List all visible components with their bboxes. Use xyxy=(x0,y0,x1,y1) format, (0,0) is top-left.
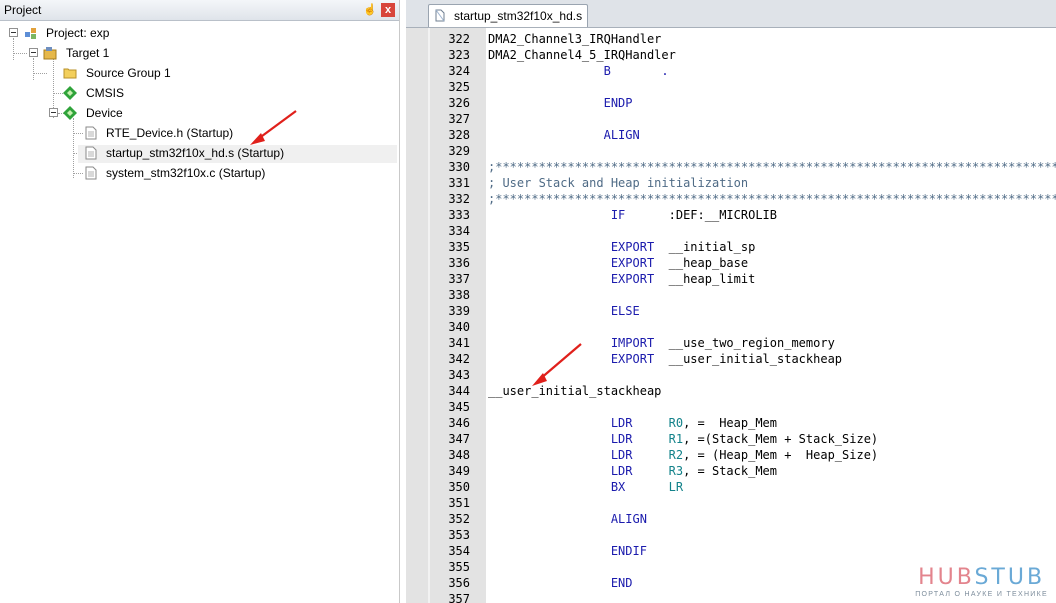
watermark-logo: HUBSTUB xyxy=(918,565,1046,590)
annotation-arrow xyxy=(250,110,582,386)
watermark-tagline: ПОРТАЛ О НАУКЕ И ТЕХНИКЕ xyxy=(915,591,1048,598)
hubstub-watermark: HUBSTUB ПОРТАЛ О НАУКЕ И ТЕХНИКЕ xyxy=(915,566,1048,599)
